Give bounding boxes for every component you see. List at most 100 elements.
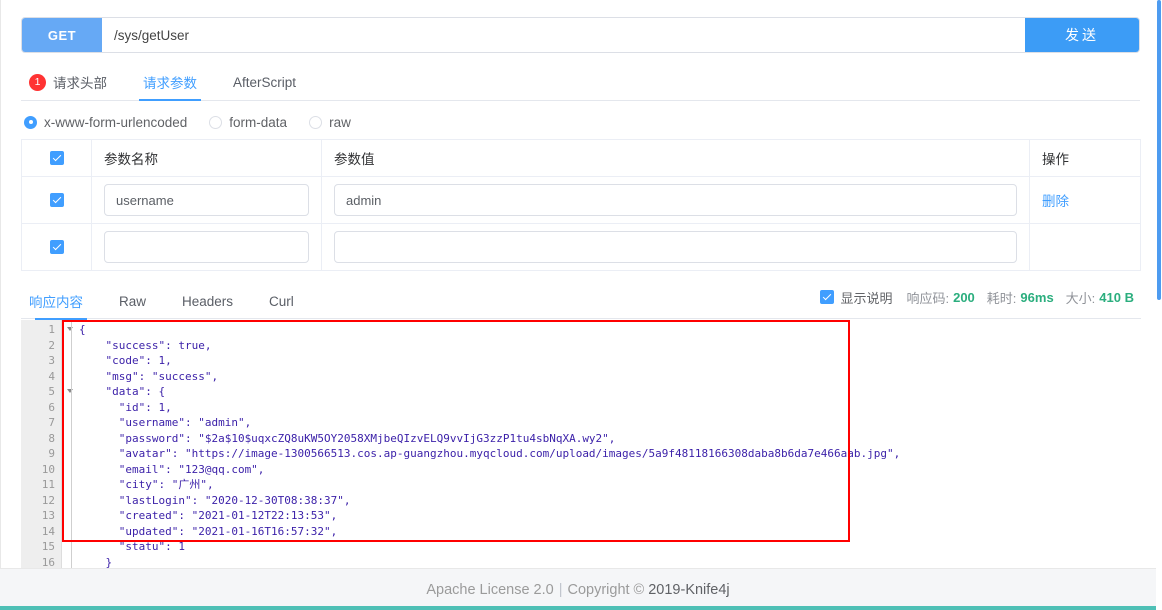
delete-param-link[interactable]: 删除 bbox=[1042, 190, 1069, 210]
radio-form-data[interactable]: form-data bbox=[209, 115, 287, 130]
editor-code-line: "avatar": "https://image-1300566513.cos.… bbox=[79, 447, 901, 460]
footer-accent-bar bbox=[0, 606, 1156, 610]
editor-code-line: "email": "123@qq.com", bbox=[79, 462, 265, 476]
body-type-radio-group: x-www-form-urlencoded form-data raw bbox=[24, 112, 373, 132]
response-size-key: 大小: bbox=[1065, 290, 1096, 306]
editor-line-number: 1 bbox=[21, 322, 73, 338]
editor-line-number: 2 bbox=[48, 338, 55, 352]
tab-response-raw[interactable]: Raw bbox=[101, 283, 164, 319]
response-size-value: 410 B bbox=[1099, 289, 1134, 305]
footer-separator: | bbox=[558, 581, 563, 598]
editor-line-number: 5 bbox=[21, 384, 73, 400]
editor-line-number: 11 bbox=[41, 478, 55, 491]
editor-code-line: "username": "admin", bbox=[79, 416, 252, 429]
tab-request-params-label: 请求参数 bbox=[143, 76, 197, 91]
radio-x-www-form-urlencoded[interactable]: x-www-form-urlencoded bbox=[24, 115, 187, 130]
row-checkbox[interactable] bbox=[49, 240, 64, 254]
editor-code-line: { bbox=[79, 323, 86, 336]
param-value-input[interactable] bbox=[334, 231, 1017, 263]
page-scrollbar[interactable] bbox=[1156, 0, 1162, 610]
editor-code-line: "data": { bbox=[79, 385, 166, 398]
editor-code-line: "password": "$2a$10$uqxcZQ8uKW5OY2058XMj… bbox=[79, 431, 616, 445]
row-param-value-cell bbox=[322, 224, 1030, 270]
tab-response-body[interactable]: 响应内容 bbox=[21, 283, 101, 320]
knife4j-debug-page: GET 发送 1 请求头部 请求参数 AfterScript x-www-for… bbox=[0, 0, 1162, 610]
request-headers-count-badge: 1 bbox=[29, 73, 46, 91]
tab-request-headers[interactable]: 1 请求头部 bbox=[21, 64, 125, 100]
radio-raw-label: raw bbox=[329, 114, 351, 130]
show-description-label: 显示说明 bbox=[840, 290, 893, 306]
copyright-icon: © bbox=[633, 581, 645, 598]
editor-code-line: "success": true, bbox=[79, 338, 212, 352]
editor-code-area[interactable]: { "success": true, "code": 1, "msg": "su… bbox=[71, 320, 1141, 568]
select-all-checkbox[interactable] bbox=[49, 151, 64, 165]
table-header-row: 参数名称 参数值 操作 bbox=[22, 140, 1140, 177]
show-description-checkbox[interactable] bbox=[820, 290, 835, 304]
tab-response-body-label: 响应内容 bbox=[29, 295, 83, 310]
header-param-name-label: 参数名称 bbox=[104, 152, 158, 167]
page-footer: Apache License 2.0 | Copyright © 2019-Kn… bbox=[0, 568, 1156, 610]
row-checkbox[interactable] bbox=[49, 193, 64, 207]
header-select-all-cell[interactable] bbox=[22, 140, 92, 176]
header-action-cell: 操作 bbox=[1030, 140, 1140, 176]
tab-response-curl-label: Curl bbox=[269, 293, 294, 309]
radio-dot-icon bbox=[24, 115, 37, 129]
table-row bbox=[22, 224, 1140, 271]
parameters-table: 参数名称 参数值 操作 删除 bbox=[21, 139, 1141, 271]
radio-dot-icon bbox=[309, 115, 323, 129]
tab-afterscript[interactable]: AfterScript bbox=[215, 64, 314, 100]
footer-copyright-prefix: Copyright bbox=[567, 581, 630, 598]
radio-x-www-form-urlencoded-label: x-www-form-urlencoded bbox=[44, 114, 188, 130]
send-request-button[interactable]: 发送 bbox=[1025, 18, 1139, 52]
editor-code-line: "updated": "2021-01-16T16:57:32", bbox=[79, 524, 338, 538]
editor-code-line: "lastLogin": "2020-12-30T08:38:37", bbox=[79, 493, 351, 507]
editor-line-number: 14 bbox=[41, 524, 55, 538]
editor-code-line: "code": 1, bbox=[79, 354, 172, 367]
tab-response-headers[interactable]: Headers bbox=[164, 283, 251, 319]
response-json-editor[interactable]: 1234567891011121314151617 { "success": t… bbox=[21, 320, 1141, 568]
row-select-cell[interactable] bbox=[22, 177, 92, 223]
editor-line-number-gutter: 1234567891011121314151617 bbox=[21, 320, 73, 569]
tab-request-params[interactable]: 请求参数 bbox=[125, 64, 215, 101]
editor-line-number: 9 bbox=[48, 447, 55, 460]
editor-code-line: "statu": 1 bbox=[79, 540, 185, 553]
row-action-cell: 删除 bbox=[1030, 177, 1140, 223]
editor-line-number: 12 bbox=[41, 493, 55, 507]
editor-code-line: "created": "2021-01-12T22:13:53", bbox=[79, 509, 338, 522]
left-border bbox=[0, 0, 1, 568]
tab-response-curl[interactable]: Curl bbox=[251, 283, 312, 319]
footer-copyright-text: 2019-Knife4j bbox=[648, 581, 730, 598]
tab-afterscript-label: AfterScript bbox=[233, 74, 297, 90]
header-param-name-cell: 参数名称 bbox=[92, 140, 322, 176]
request-url-bar: GET 发送 bbox=[21, 17, 1140, 53]
row-param-value-cell bbox=[322, 177, 1030, 223]
table-row: 删除 bbox=[22, 177, 1140, 224]
radio-dot-icon bbox=[209, 115, 223, 129]
status-code-key: 响应码: bbox=[906, 290, 950, 306]
http-method-selector[interactable]: GET bbox=[22, 18, 102, 52]
header-param-value-label: 参数值 bbox=[334, 152, 375, 167]
radio-raw[interactable]: raw bbox=[309, 115, 351, 130]
editor-code-line: } bbox=[79, 555, 113, 569]
request-tabs: 1 请求头部 请求参数 AfterScript bbox=[21, 64, 1140, 101]
tab-response-headers-label: Headers bbox=[182, 293, 234, 309]
editor-line-number: 6 bbox=[48, 400, 55, 414]
editor-line-number: 4 bbox=[48, 369, 55, 383]
request-url-input[interactable] bbox=[102, 18, 1025, 52]
editor-code-line: "id": 1, bbox=[79, 400, 172, 414]
editor-line-number: 15 bbox=[41, 540, 55, 553]
tab-request-headers-label: 请求头部 bbox=[53, 76, 107, 91]
editor-line-number: 7 bbox=[48, 416, 55, 429]
param-name-input[interactable] bbox=[104, 184, 309, 216]
tab-response-raw-label: Raw bbox=[119, 293, 147, 309]
header-action-label: 操作 bbox=[1042, 152, 1069, 167]
row-param-name-cell bbox=[92, 224, 322, 270]
param-value-input[interactable] bbox=[334, 184, 1017, 216]
row-select-cell[interactable] bbox=[22, 224, 92, 270]
elapsed-time-value: 96ms bbox=[1020, 289, 1054, 305]
param-name-input[interactable] bbox=[104, 231, 309, 263]
editor-line-number: 16 bbox=[41, 555, 55, 569]
editor-line-number: 13 bbox=[41, 509, 55, 522]
row-action-cell bbox=[1030, 224, 1140, 270]
scrollbar-thumb[interactable] bbox=[1157, 0, 1161, 300]
